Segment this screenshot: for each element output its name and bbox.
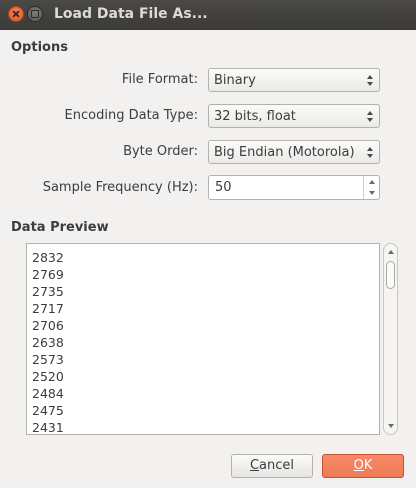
spin-up-icon[interactable] [364, 176, 379, 187]
restore-icon[interactable] [27, 6, 43, 22]
byte-order-value: Big Endian (Motorola) [214, 145, 355, 160]
ok-mnemonic: O [353, 458, 364, 473]
sample-frequency-label: Sample Frequency (Hz): [42, 180, 198, 195]
preview-line: 2520 [32, 369, 64, 384]
preview-line: 2431 [32, 420, 64, 435]
file-format-combo[interactable]: Binary [208, 68, 380, 92]
preview-line: 2484 [32, 386, 64, 401]
preview-line: 2638 [32, 335, 64, 350]
preview-line: 2717 [32, 301, 64, 316]
scrollbar-thumb[interactable] [386, 261, 395, 289]
preview-line: 2573 [32, 352, 64, 367]
close-icon[interactable] [8, 6, 24, 22]
preview-scrollbar[interactable] [383, 243, 398, 435]
encoding-data-type-value: 32 bits, float [214, 109, 296, 124]
combo-arrows-icon [367, 73, 374, 87]
ok-button[interactable]: OK [322, 454, 404, 478]
cancel-label: ancel [259, 458, 295, 473]
cancel-mnemonic: C [249, 458, 260, 473]
options-heading: Options [11, 40, 68, 55]
preview-line: 2769 [32, 267, 64, 282]
cancel-button[interactable]: Cancel [231, 454, 313, 478]
preview-line: 2475 [32, 403, 64, 418]
file-format-value: Binary [214, 73, 256, 88]
preview-line: 2735 [32, 284, 64, 299]
file-format-label: File Format: [121, 72, 198, 87]
byte-order-label: Byte Order: [123, 144, 198, 159]
sample-frequency-input[interactable] [209, 176, 359, 199]
byte-order-combo[interactable]: Big Endian (Motorola) [208, 140, 380, 164]
data-preview-heading: Data Preview [11, 220, 109, 235]
data-preview-text[interactable]: 2832 2769 2735 2717 2706 2638 2573 2520 … [26, 243, 380, 435]
preview-line: 2706 [32, 318, 64, 333]
encoding-data-type-combo[interactable]: 32 bits, float [208, 104, 380, 128]
title-bar: Load Data File As... [0, 0, 416, 30]
spin-down-icon[interactable] [364, 188, 379, 199]
ok-label: K [363, 458, 373, 473]
spin-buttons [363, 176, 379, 199]
window-title: Load Data File As... [54, 6, 208, 22]
preview-lines: 2832 2769 2735 2717 2706 2638 2573 2520 … [32, 249, 64, 435]
combo-arrows-icon [367, 109, 374, 123]
preview-line: 2832 [32, 250, 64, 265]
encoding-data-type-label: Encoding Data Type: [64, 108, 198, 123]
sample-frequency-spinbox[interactable] [208, 175, 380, 200]
combo-arrows-icon [367, 145, 374, 159]
